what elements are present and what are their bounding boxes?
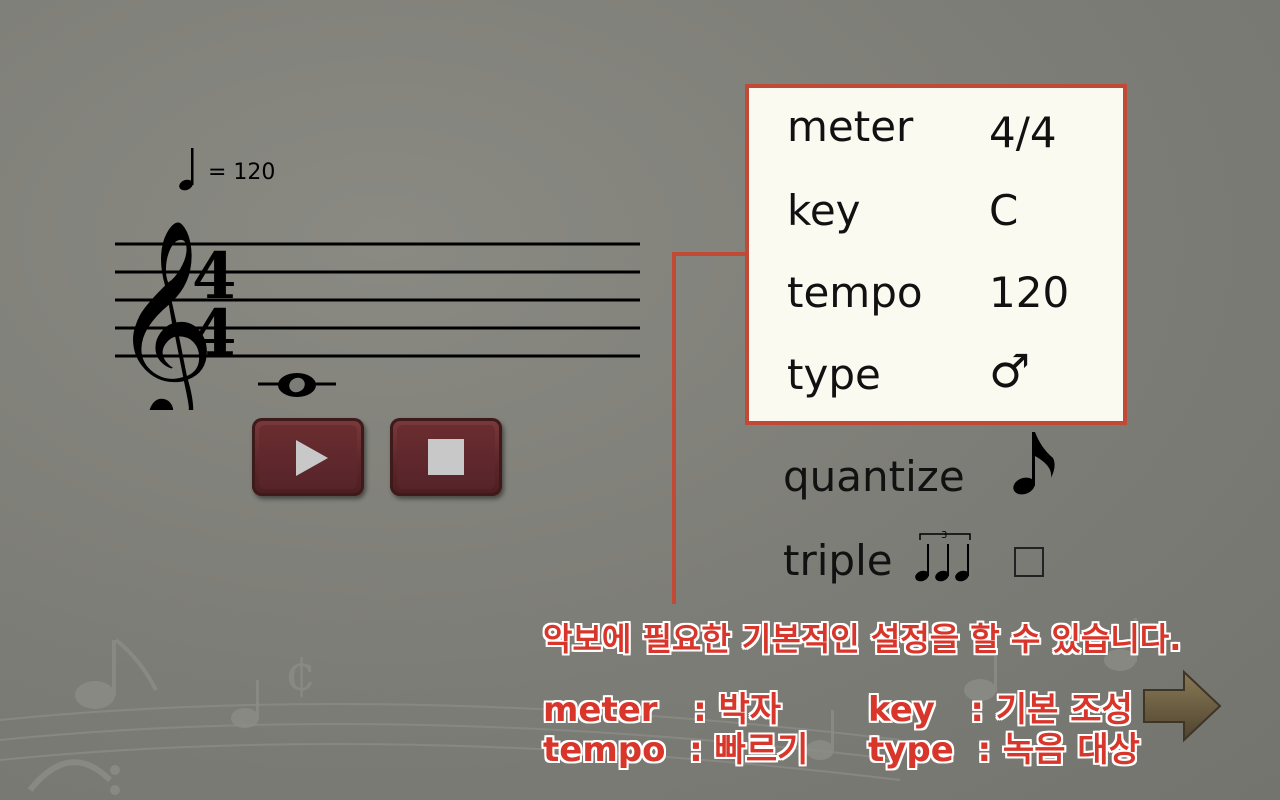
triple-label: triple	[783, 536, 893, 585]
svg-text:¢: ¢	[285, 644, 317, 702]
arrow-right-icon[interactable]	[1140, 668, 1224, 746]
help-type: type : 녹음 대상	[868, 730, 1140, 770]
callout-line-vertical	[672, 252, 676, 604]
help-tempo: tempo : 빠르기	[543, 730, 809, 770]
quantize-label: quantize	[783, 452, 965, 501]
eighth-note-icon[interactable]	[1010, 428, 1056, 498]
help-headline: 악보에 필요한 기본적인 설정을 할 수 있습니다.	[543, 620, 1182, 658]
type-value[interactable]: ♂	[989, 344, 1030, 398]
tempo-marking-label: = 120	[208, 160, 276, 185]
whole-note-icon	[258, 373, 336, 397]
settings-panel: meter 4/4 key C tempo 120 type ♂	[745, 84, 1127, 425]
stop-button[interactable]	[390, 418, 502, 496]
svg-text:4: 4	[192, 296, 237, 371]
callout-line	[672, 252, 749, 256]
triple-checkbox[interactable]	[1014, 547, 1044, 577]
meter-value[interactable]: 4/4	[989, 108, 1057, 157]
music-staff: 𝄞 4 4	[112, 219, 640, 410]
type-label: type	[787, 350, 881, 399]
triplet-icon: 3	[915, 530, 971, 582]
play-icon	[296, 440, 328, 476]
tempo-value[interactable]: 120	[989, 268, 1069, 317]
meter-label: meter	[787, 102, 914, 151]
key-value[interactable]: C	[989, 186, 1018, 235]
time-signature: 4 4	[192, 239, 237, 371]
play-button[interactable]	[252, 418, 364, 496]
svg-text:3: 3	[941, 530, 947, 541]
tempo-label: tempo	[787, 268, 923, 317]
key-label: key	[787, 186, 861, 235]
stop-icon	[428, 439, 464, 475]
